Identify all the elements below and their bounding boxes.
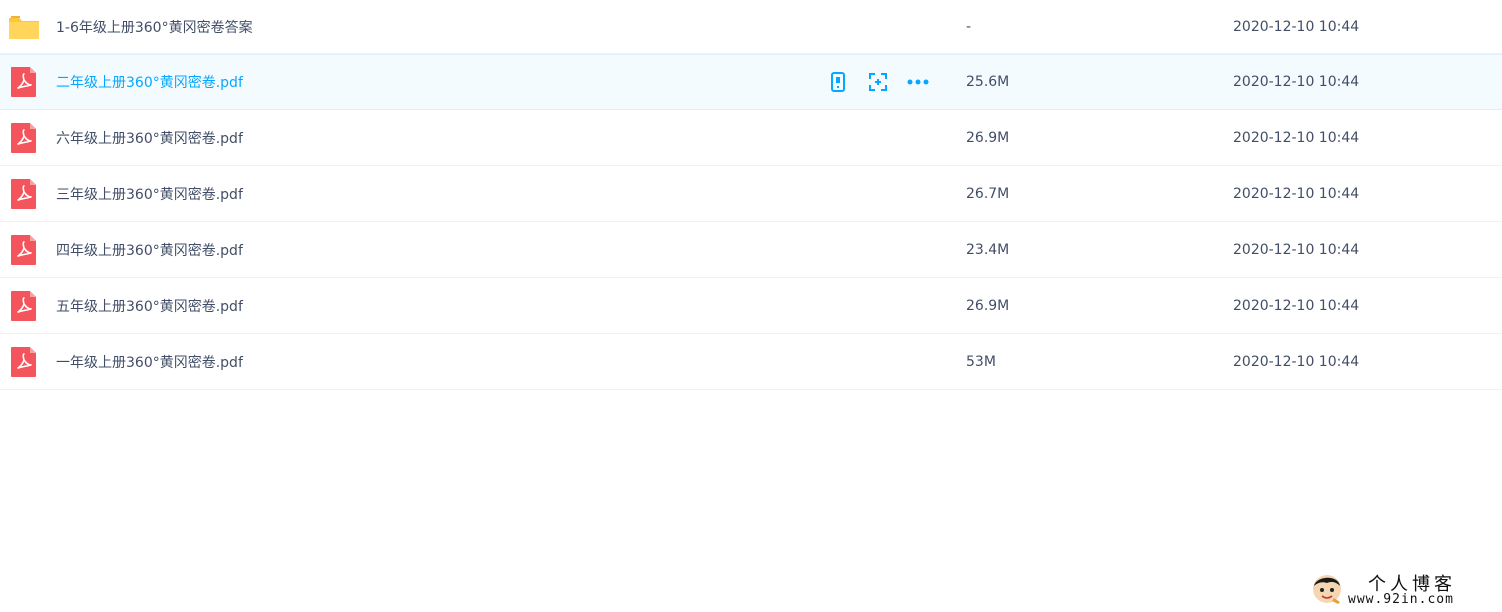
file-name[interactable]: 五年级上册360°黄冈密卷.pdf: [56, 296, 243, 316]
file-size: 26.7M: [966, 185, 1010, 202]
file-row[interactable]: 二年级上册360°黄冈密卷.pdf 25.6M 2020-12-10 10:44: [0, 54, 1502, 110]
pdf-icon: [11, 67, 36, 97]
file-date: 2020-12-10 10:44: [1233, 353, 1360, 370]
file-name[interactable]: 六年级上册360°黄冈密卷.pdf: [56, 128, 243, 148]
file-size: 26.9M: [966, 129, 1010, 146]
file-date: 2020-12-10 10:44: [1233, 129, 1360, 146]
file-name[interactable]: 1-6年级上册360°黄冈密卷答案: [56, 17, 253, 37]
file-size: 26.9M: [966, 297, 1010, 314]
avatar-icon: [1313, 575, 1341, 604]
share-scan-icon[interactable]: [866, 70, 890, 94]
file-name[interactable]: 二年级上册360°黄冈密卷.pdf: [56, 72, 243, 92]
file-list: 1-6年级上册360°黄冈密卷答案 - 2020-12-10 10:44 二年级…: [0, 0, 1502, 390]
file-size: 23.4M: [966, 241, 1010, 258]
file-date: 2020-12-10 10:44: [1233, 241, 1360, 258]
file-name[interactable]: 四年级上册360°黄冈密卷.pdf: [56, 240, 243, 260]
file-row[interactable]: 一年级上册360°黄冈密卷.pdf 53M 2020-12-10 10:44: [0, 334, 1502, 390]
file-date: 2020-12-10 10:44: [1233, 74, 1360, 90]
file-date: 2020-12-10 10:44: [1233, 18, 1360, 35]
file-date: 2020-12-10 10:44: [1233, 297, 1360, 314]
file-name[interactable]: 三年级上册360°黄冈密卷.pdf: [56, 184, 243, 204]
row-actions: [826, 70, 930, 94]
watermark: 个人博客 www.92in.com: [1308, 570, 1488, 608]
phone-icon[interactable]: [826, 70, 850, 94]
pdf-icon: [11, 178, 36, 209]
pdf-icon: [11, 234, 36, 265]
file-row[interactable]: 五年级上册360°黄冈密卷.pdf 26.9M 2020-12-10 10:44: [0, 278, 1502, 334]
watermark-url: www.92in.com: [1348, 592, 1454, 607]
pdf-icon: [11, 122, 36, 153]
file-size: -: [966, 18, 972, 35]
folder-icon: [9, 15, 39, 39]
more-icon[interactable]: [906, 70, 930, 94]
file-size: 53M: [966, 353, 996, 370]
file-date: 2020-12-10 10:44: [1233, 185, 1360, 202]
pdf-icon: [11, 346, 36, 377]
file-name[interactable]: 一年级上册360°黄冈密卷.pdf: [56, 352, 243, 372]
file-row[interactable]: 六年级上册360°黄冈密卷.pdf 26.9M 2020-12-10 10:44: [0, 110, 1502, 166]
pdf-icon: [11, 290, 36, 321]
file-row[interactable]: 1-6年级上册360°黄冈密卷答案 - 2020-12-10 10:44: [0, 0, 1502, 54]
file-row[interactable]: 四年级上册360°黄冈密卷.pdf 23.4M 2020-12-10 10:44: [0, 222, 1502, 278]
file-size: 25.6M: [966, 74, 1010, 90]
file-row[interactable]: 三年级上册360°黄冈密卷.pdf 26.7M 2020-12-10 10:44: [0, 166, 1502, 222]
